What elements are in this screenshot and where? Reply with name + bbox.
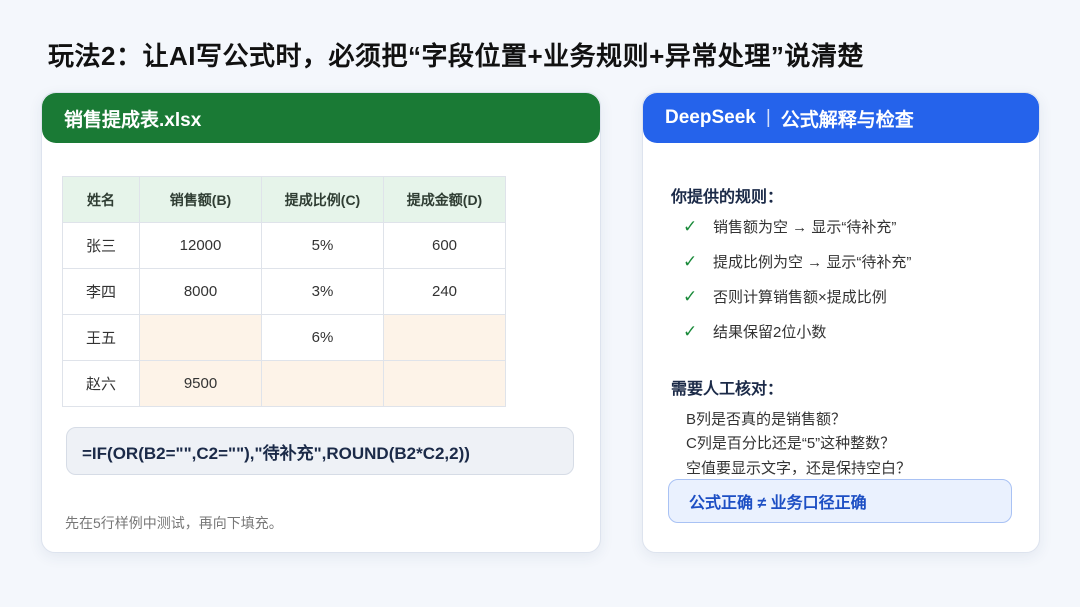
assistant-brand: DeepSeek [665, 107, 756, 128]
check-icon: ✓ [683, 251, 698, 271]
rule-text: 销售额为空 → 显示“待补充” [713, 219, 897, 236]
table-cell-empty[interactable] [261, 360, 384, 407]
table-cell[interactable]: 李四 [62, 268, 140, 315]
table-header-row: 姓名 销售额(B) 提成比例(C) 提成金额(D) [62, 176, 506, 223]
table-row: 王五 6% [62, 314, 506, 361]
rule-item: ✓ 否则计算销售额×提成比例 [683, 286, 887, 307]
table-cell[interactable]: 3% [261, 268, 384, 315]
conclusion-text: 公式正确 ≠ 业务口径正确 [689, 495, 867, 512]
table-cell-empty[interactable] [383, 314, 506, 361]
spreadsheet-filename: 销售提成表.xlsx [64, 109, 202, 131]
table-cell[interactable]: 5% [261, 222, 384, 269]
review-item: C列是百分比还是“5”这种整数？ [686, 435, 896, 452]
column-header-rate[interactable]: 提成比例(C) [261, 176, 384, 223]
check-icon: ✓ [683, 286, 698, 306]
spreadsheet-card: 销售提成表.xlsx 姓名 销售额(B) 提成比例(C) 提成金额(D) 张三 … [41, 92, 601, 553]
page-title: 玩法2：让AI写公式时，必须把“字段位置+业务规则+异常处理”说清楚 [48, 41, 864, 71]
formula-text: =IF(OR(B2="",C2=""),"待补充",ROUND(B2*C2,2)… [82, 443, 470, 463]
rule-text: 结果保留2位小数 [713, 324, 827, 341]
sales-commission-table: 姓名 销售额(B) 提成比例(C) 提成金额(D) 张三 12000 5% 60… [62, 176, 506, 407]
check-icon: ✓ [683, 321, 698, 341]
table-cell-empty[interactable] [139, 314, 262, 361]
conclusion-box: 公式正确 ≠ 业务口径正确 [668, 479, 1012, 523]
test-note: 先在5行样例中测试，再向下填充。 [65, 515, 283, 531]
table-cell[interactable]: 8000 [139, 268, 262, 315]
rule-text: 提成比例为空 → 显示“待补充” [713, 254, 912, 271]
check-icon: ✓ [683, 216, 698, 236]
table-row: 张三 12000 5% 600 [62, 222, 506, 269]
assistant-title: 公式解释与检查 [780, 109, 914, 131]
table-cell[interactable]: 600 [383, 222, 506, 269]
review-item: B列是否真的是销售额？ [686, 411, 847, 428]
table-row: 李四 8000 3% 240 [62, 268, 506, 315]
assistant-card: DeepSeek | 公式解释与检查 你提供的规则： ✓ 销售额为空 → 显示“… [642, 92, 1040, 553]
rule-item: ✓ 提成比例为空 → 显示“待补充” [683, 251, 911, 272]
column-header-name[interactable]: 姓名 [62, 176, 140, 223]
table-row: 赵六 9500 [62, 360, 506, 407]
column-header-sales[interactable]: 销售额(B) [139, 176, 262, 223]
formula-bar[interactable]: =IF(OR(B2="",C2=""),"待补充",ROUND(B2*C2,2)… [66, 427, 574, 475]
rule-item: ✓ 销售额为空 → 显示“待补充” [683, 216, 896, 237]
header-separator: | [765, 107, 771, 128]
table-cell[interactable]: 9500 [139, 360, 262, 407]
rule-item: ✓ 结果保留2位小数 [683, 321, 826, 342]
table-cell[interactable]: 张三 [62, 222, 140, 269]
table-cell[interactable]: 王五 [62, 314, 140, 361]
table-cell[interactable]: 6% [261, 314, 384, 361]
review-item: 空值要显示文字，还是保持空白？ [686, 460, 912, 477]
rule-text: 否则计算销售额×提成比例 [713, 289, 887, 306]
spreadsheet-header: 销售提成表.xlsx [42, 93, 600, 143]
rules-title: 你提供的规则： [671, 189, 784, 206]
column-header-commission[interactable]: 提成金额(D) [383, 176, 506, 223]
table-cell[interactable]: 12000 [139, 222, 262, 269]
table-cell[interactable]: 240 [383, 268, 506, 315]
review-title: 需要人工核对： [671, 381, 784, 398]
table-cell[interactable]: 赵六 [62, 360, 140, 407]
table-cell-empty[interactable] [383, 360, 506, 407]
assistant-header: DeepSeek | 公式解释与检查 [643, 93, 1039, 143]
